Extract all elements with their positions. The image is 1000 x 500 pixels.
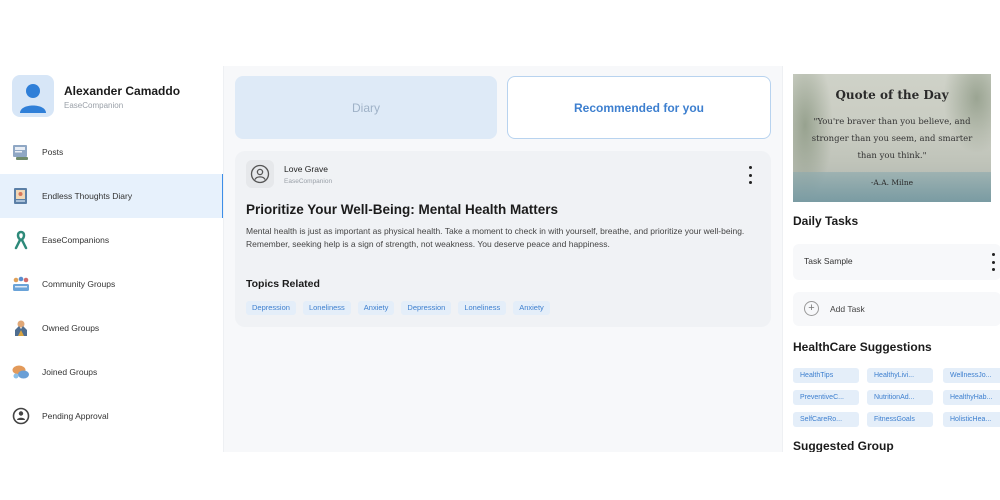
sidebar-item-endless-thoughts-diary[interactable]: Endless Thoughts Diary [0,174,223,218]
quote-title: Quote of the Day [835,88,949,102]
tab-diary[interactable]: Diary [235,76,497,139]
quote-of-the-day-card: Quote of the Day "You're braver than you… [793,74,991,202]
topic-chip[interactable]: Loneliness [302,301,351,315]
healthcare-chip[interactable]: WellnessJo... [943,368,1000,383]
sidebar-nav: Posts Endless Thoughts Diary EaseCompani… [0,130,223,438]
sidebar: Alexander Camaddo EaseCompanion Posts En… [0,66,224,452]
sidebar-item-easecompanions[interactable]: EaseCompanions [0,218,223,262]
suggested-group-heading: Suggested Group [793,439,894,452]
quote-author: -A.A. Milne [870,178,914,187]
task-more-options-icon[interactable] [988,253,998,271]
topic-chip[interactable]: Depression [401,301,452,315]
feed-tabs: Diary Recommended for you [235,76,771,139]
profile-name: Alexander Camaddo [64,84,181,98]
community-icon [10,273,32,295]
owner-icon [10,317,32,339]
healthcare-chip[interactable]: HealthTips [793,368,859,383]
profile-card[interactable]: Alexander Camaddo EaseCompanion [12,75,217,119]
sidebar-item-label: Owned Groups [42,323,100,333]
add-task-label: Add Task [830,304,865,314]
healthcare-chip[interactable]: PreventiveC... [793,390,859,405]
post-body: Mental health is just as important as ph… [246,226,745,249]
post-author-subtitle: EaseCompanion [284,178,333,185]
post-title: Prioritize Your Well-Being: Mental Healt… [246,202,559,217]
sidebar-item-label: EaseCompanions [42,235,110,245]
user-icon [20,84,46,113]
quote-background-water [793,172,991,202]
topic-chip[interactable]: Anxiety [357,301,395,315]
daily-tasks-heading: Daily Tasks [793,214,859,228]
healthcare-chip[interactable]: FitnessGoals [867,412,933,427]
healthcare-suggestions-heading: HealthCare Suggestions [793,340,932,354]
sidebar-item-community-groups[interactable]: Community Groups [0,262,223,306]
healthcare-chip[interactable]: SelfCareRo... [793,412,859,427]
topics-related-heading: Topics Related [246,278,320,290]
sidebar-item-label: Joined Groups [42,367,98,377]
profile-subtitle: EaseCompanion [64,101,124,110]
sidebar-item-label: Posts [42,147,64,157]
post-card: Love Grave EaseCompanion Prioritize Your… [235,151,771,327]
task-label: Task Sample [804,256,853,266]
tab-recommended[interactable]: Recommended for you [507,76,771,139]
posts-icon [10,141,32,163]
healthcare-chip[interactable]: HealthyHab... [943,390,1000,405]
add-task-button[interactable]: + Add Task [793,292,1000,326]
diary-icon [10,185,32,207]
topic-chip[interactable]: Anxiety [513,301,550,315]
sidebar-item-label: Endless Thoughts Diary [42,191,133,201]
author-avatar[interactable] [246,160,274,188]
topic-chip[interactable]: Loneliness [458,301,507,315]
chat-bubbles-icon [10,361,32,383]
sidebar-item-owned-groups[interactable]: Owned Groups [0,306,223,350]
healthcare-chip[interactable]: HolisticHea... [943,412,1000,427]
right-panel: Quote of the Day "You're braver than you… [782,66,1000,452]
topic-chip[interactable]: Depression [246,301,296,315]
sidebar-item-posts[interactable]: Posts [0,130,223,174]
post-author-name[interactable]: Love Grave [284,164,328,174]
user-circle-icon [250,164,270,184]
sidebar-item-pending-approval[interactable]: Pending Approval [0,394,223,438]
topic-chip-list: Depression Loneliness Anxiety Depression… [246,301,550,315]
avatar[interactable] [12,75,54,117]
healthcare-chip[interactable]: HealthyLivi... [867,368,933,383]
healthcare-chip[interactable]: NutritionAd... [867,390,933,405]
ribbon-icon [10,229,32,251]
sidebar-item-label: Pending Approval [42,411,109,421]
quote-text: "You're braver than you believe, and str… [811,117,973,161]
post-more-options-icon[interactable] [744,166,756,184]
sidebar-item-joined-groups[interactable]: Joined Groups [0,350,223,394]
app-shell: Alexander Camaddo EaseCompanion Posts En… [0,66,1000,452]
task-item[interactable]: Task Sample [793,244,1000,280]
pending-icon [10,405,32,427]
plus-circle-icon: + [804,301,819,316]
sidebar-item-label: Community Groups [42,279,116,289]
